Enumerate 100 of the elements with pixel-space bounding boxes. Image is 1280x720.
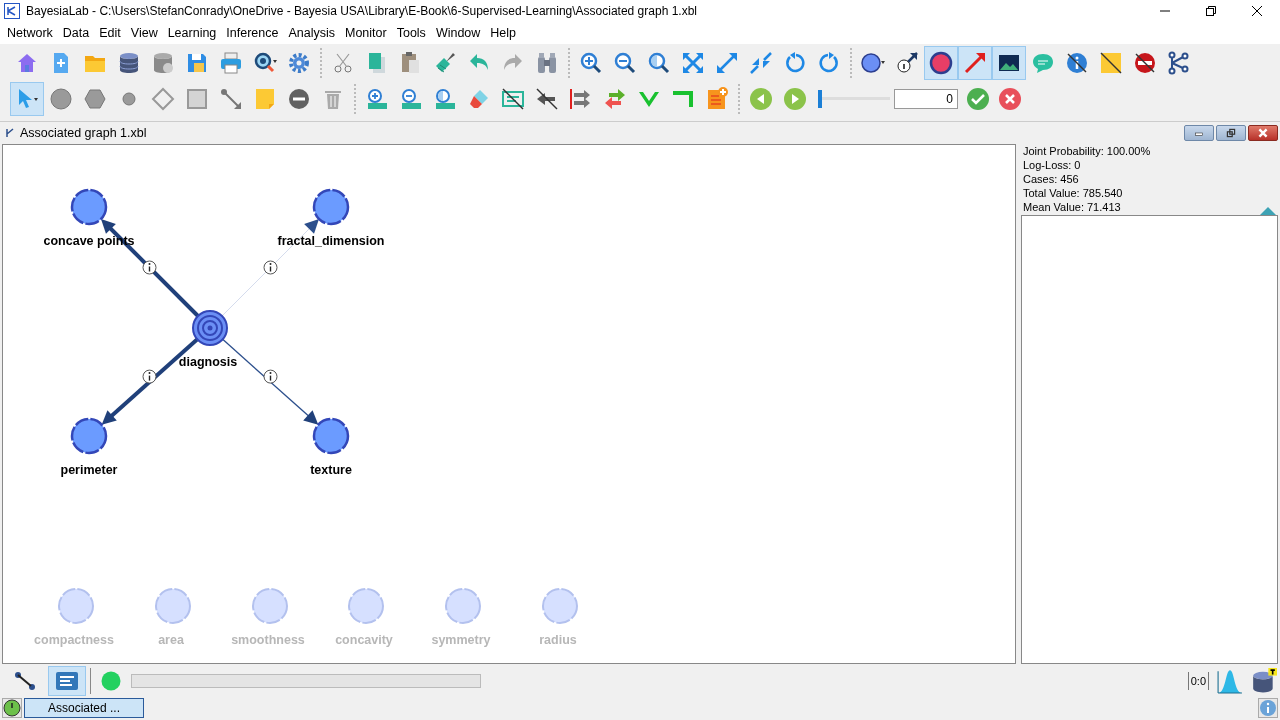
menu-item[interactable]: Tools (391, 26, 431, 40)
node-label: fractal_dimension (277, 234, 385, 248)
node[interactable] (155, 588, 191, 624)
network-icon (1167, 50, 1191, 76)
stat-line: Cases: 456 (1023, 172, 1079, 186)
expand-arrows-icon (681, 50, 705, 76)
node-label: concavity (335, 633, 393, 647)
close-icon[interactable] (1252, 6, 1262, 16)
menu-item[interactable]: View (125, 26, 163, 40)
node[interactable] (312, 417, 350, 455)
database-icon (117, 50, 141, 76)
gear-icon (287, 50, 311, 76)
node[interactable] (252, 588, 288, 624)
restore-button[interactable] (1216, 125, 1246, 141)
stat-line: Mean Value: 71.413 (1023, 200, 1121, 214)
toolbar-button[interactable] (992, 46, 1026, 80)
node-circle-icon (929, 50, 953, 76)
info-icon[interactable] (142, 369, 157, 384)
node-label: compactness (34, 633, 114, 647)
zoom-fit-icon (647, 50, 671, 76)
restore-icon (1225, 127, 1237, 139)
arrow-icon (963, 50, 987, 76)
menu-item[interactable]: Inference (221, 26, 284, 40)
zoom-in-icon (579, 50, 603, 76)
info-icon[interactable] (142, 260, 157, 275)
menu-item[interactable]: Analysis (283, 26, 340, 40)
previous-icon (749, 86, 773, 112)
task-button[interactable]: Associated ... (24, 698, 144, 718)
node[interactable] (312, 188, 350, 226)
diamond-icon (151, 86, 175, 112)
list-crossed-icon (501, 86, 525, 112)
menu-item[interactable]: Edit (94, 26, 126, 40)
stat-line: Joint Probability: 100.00% (1023, 144, 1151, 158)
menu-item[interactable]: Network (2, 26, 58, 40)
zoom-out-list-icon (399, 86, 423, 112)
zoom-fit-list-icon (433, 86, 457, 112)
node[interactable] (58, 588, 94, 624)
database-icon (151, 50, 175, 76)
circle-icon (49, 86, 73, 112)
printer-icon (219, 50, 243, 76)
graph-file-icon (4, 127, 16, 139)
info-crossed-icon (1065, 50, 1089, 76)
database-icon[interactable] (1251, 668, 1277, 694)
info-icon[interactable] (263, 260, 278, 275)
menu-item[interactable]: Window (430, 26, 486, 40)
next-icon (783, 86, 807, 112)
counter: 0:0 (1187, 672, 1209, 690)
node-label: smoothness (231, 633, 305, 647)
info-icon[interactable] (263, 369, 278, 384)
check-circle-icon[interactable] (966, 87, 990, 111)
swap-arrows-icon (603, 86, 627, 112)
hexagon-icon (83, 86, 107, 112)
connector-icon (12, 669, 38, 693)
window-title: BayesiaLab - C:\Users\StefanConrady\OneDrive - Bayesia USA\Library\E-Book\6-Supervised-Learning\Associated graph 1.xbl (26, 4, 697, 18)
circle-icon (861, 50, 885, 76)
status-dot-icon (101, 671, 121, 691)
sticky-note-icon (253, 86, 277, 112)
node-label: area (158, 633, 184, 647)
bell-curve-icon[interactable] (1217, 668, 1243, 694)
minus-circle-icon (287, 86, 311, 112)
close-button[interactable] (1248, 125, 1278, 141)
cancel-circle-icon[interactable] (998, 87, 1022, 111)
binoculars-icon (535, 50, 559, 76)
note-crossed-icon (1099, 50, 1123, 76)
stat-line: Log-Loss: 0 (1023, 158, 1081, 172)
menu-item[interactable]: Data (57, 26, 95, 40)
list-icon (54, 669, 80, 693)
restore-icon[interactable] (1206, 6, 1216, 16)
menu-item[interactable]: Help (485, 26, 522, 40)
connector-icon (219, 86, 243, 112)
node-label: diagnosis (178, 355, 238, 369)
document-title: Associated graph 1.xbl (20, 126, 147, 140)
target-node[interactable] (192, 310, 228, 346)
no-entry-crossed-icon (1133, 50, 1157, 76)
slider-thumb[interactable] (818, 90, 822, 108)
square-icon (185, 86, 209, 112)
node-label: texture (310, 463, 352, 477)
toolbar-button[interactable] (924, 46, 958, 80)
diagonal-arrows-icon (715, 50, 739, 76)
node-label: symmetry (431, 633, 491, 647)
menu-item[interactable]: Monitor (340, 26, 392, 40)
arrow-crossed-icon (535, 86, 559, 112)
node[interactable] (445, 588, 481, 624)
document-plus-icon (705, 86, 729, 112)
close-icon (1257, 127, 1269, 139)
node[interactable] (348, 588, 384, 624)
menu-item[interactable]: Learning (162, 26, 222, 40)
node[interactable] (542, 588, 578, 624)
app-icon (4, 3, 20, 19)
zoom-in-list-icon (365, 86, 389, 112)
view-button[interactable] (48, 666, 86, 696)
node[interactable] (70, 188, 108, 226)
info-arrow-icon (895, 50, 919, 76)
step-field[interactable]: 0 (894, 89, 958, 109)
stat-line: Total Value: 785.540 (1023, 186, 1123, 200)
node-label: perimeter (60, 463, 118, 477)
node-label: radius (539, 633, 577, 647)
zoom-out-icon (613, 50, 637, 76)
shrink-arrows-icon (749, 50, 773, 76)
node[interactable] (70, 417, 108, 455)
